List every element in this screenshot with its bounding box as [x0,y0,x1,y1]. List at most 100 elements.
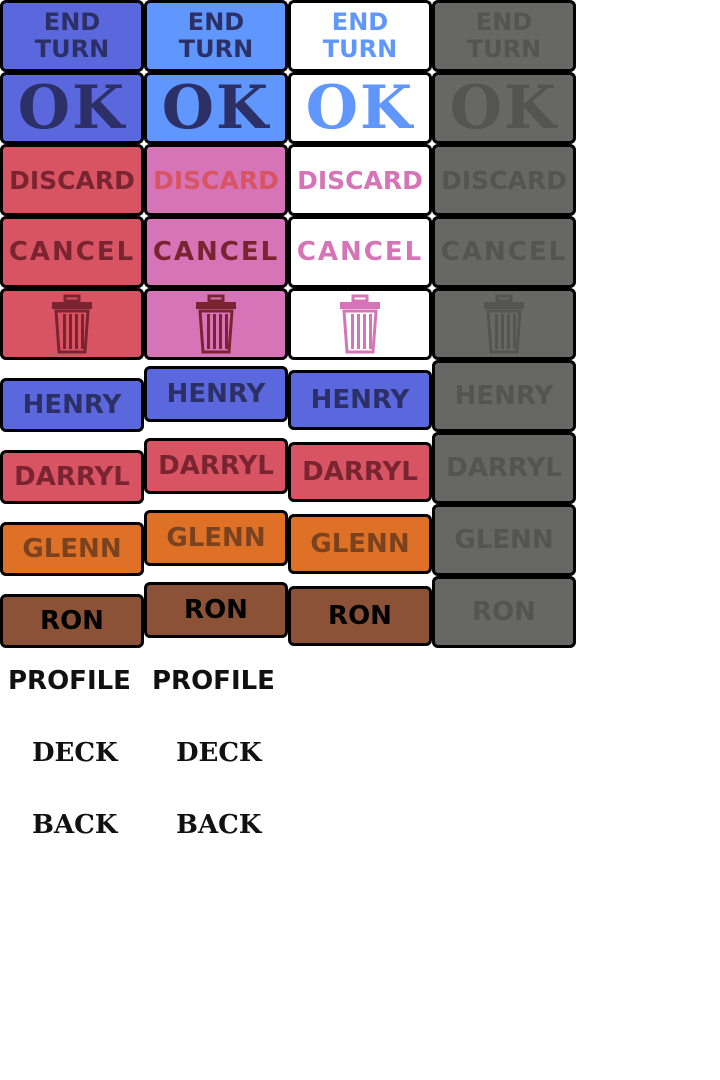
label-line: END [331,8,389,36]
glenn-button-selected[interactable]: GLENN [288,514,432,574]
end-turn-label: END TURN [179,9,253,63]
discard-label: DISCARD [297,166,423,195]
trash-button-pressed[interactable] [288,288,432,360]
label-line: OK [161,73,271,143]
ron-label: RON [184,595,248,625]
label-line: HENRY [166,379,266,409]
label-line: CANCEL [8,237,136,267]
label-line: RON [184,595,248,625]
back-label: BACK [32,810,118,840]
glenn-label: GLENN [454,525,553,555]
label-line: OK [305,73,415,143]
trash-button-hover[interactable] [144,288,288,360]
glenn-label: GLENN [310,529,409,559]
profile-label: PROFILE [152,666,275,696]
label-line: HENRY [310,385,410,415]
henry-button-selected[interactable]: HENRY [288,370,432,430]
darryl-label: DARRYL [302,457,418,487]
darryl-label: DARRYL [158,451,274,481]
discard-button-default[interactable]: DISCARD [0,144,144,216]
glenn-button-raised[interactable]: GLENN [144,510,288,566]
darryl-button-disabled[interactable]: DARRYL [432,432,576,504]
darryl-button-raised[interactable]: DARRYL [144,438,288,494]
end-turn-button-disabled[interactable]: END TURN [432,0,576,72]
label-line: TURN [34,35,110,63]
label-line: RON [472,597,536,627]
ok-label: OK [306,78,414,138]
label-line: CANCEL [440,237,568,267]
label-line: TURN [178,35,254,63]
trash-button-default[interactable] [0,288,144,360]
ron-label: RON [328,601,392,631]
end-turn-label: END TURN [323,9,397,63]
back-label: BACK [176,810,262,840]
cancel-button-pressed[interactable]: CANCEL [288,216,432,288]
label-line: HENRY [22,390,122,420]
cancel-label: CANCEL [9,237,135,267]
henry-label: HENRY [455,381,554,411]
glenn-button-default[interactable]: GLENN [0,522,144,576]
ok-button-hover[interactable]: OK [144,72,288,144]
end-turn-button-default[interactable]: END TURN [0,0,144,72]
glenn-label: GLENN [166,523,265,553]
ok-button-disabled[interactable]: OK [432,72,576,144]
label-line: DISCARD [153,165,279,195]
label-line: OK [17,73,127,143]
ok-label: OK [162,78,270,138]
label-line: TURN [466,35,542,63]
ron-button-default[interactable]: RON [0,594,144,648]
label-line: DISCARD [297,165,423,195]
ok-button-pressed[interactable]: OK [288,72,432,144]
end-turn-button-hover[interactable]: END TURN [144,0,288,72]
label-line: DISCARD [9,165,135,195]
cancel-button-hover[interactable]: CANCEL [144,216,288,288]
henry-button-default[interactable]: HENRY [0,378,144,432]
discard-button-disabled[interactable]: DISCARD [432,144,576,216]
henry-button-raised[interactable]: HENRY [144,366,288,422]
glenn-label: GLENN [22,534,121,564]
ron-button-selected[interactable]: RON [288,586,432,646]
glenn-button-disabled[interactable]: GLENN [432,504,576,576]
trash-button-disabled[interactable] [432,288,576,360]
cancel-button-default[interactable]: CANCEL [0,216,144,288]
discard-button-hover[interactable]: DISCARD [144,144,288,216]
ron-label: RON [40,606,104,636]
label-line: CANCEL [152,237,280,267]
end-turn-label: END TURN [35,9,109,63]
darryl-button-selected[interactable]: DARRYL [288,442,432,502]
henry-button-disabled[interactable]: HENRY [432,360,576,432]
label-line: END [43,8,101,36]
label-line: DARRYL [446,453,562,483]
ok-label: OK [18,78,126,138]
darryl-label: DARRYL [446,453,562,483]
label-line: OK [449,73,559,143]
ron-label: RON [472,597,536,627]
darryl-button-default[interactable]: DARRYL [0,450,144,504]
button-sprite-sheet: END TURN END TURN END TURN END TURN OK OK OK OK DISC… [0,0,576,648]
deck-label: DECK [32,738,118,768]
henry-label: HENRY [23,390,122,420]
ok-button-default[interactable]: OK [0,72,144,144]
label-line: GLENN [166,523,266,553]
label-line: END [475,8,533,36]
discard-button-pressed[interactable]: DISCARD [288,144,432,216]
label-line: GLENN [454,525,554,555]
label-line: END [187,8,245,36]
label-line: HENRY [454,381,554,411]
cancel-button-disabled[interactable]: CANCEL [432,216,576,288]
label-line: DARRYL [14,462,130,492]
cancel-label: CANCEL [153,237,279,267]
ron-button-raised[interactable]: RON [144,582,288,638]
end-turn-label: END TURN [467,9,541,63]
label-line: RON [328,601,392,631]
ron-button-disabled[interactable]: RON [432,576,576,648]
henry-label: HENRY [311,385,410,415]
discard-label: DISCARD [153,166,279,195]
label-line: GLENN [22,534,122,564]
deck-label: DECK [176,738,262,768]
label-line: RON [40,606,104,636]
ok-label: OK [450,78,558,138]
end-turn-button-pressed[interactable]: END TURN [288,0,432,72]
label-line: TURN [322,35,398,63]
label-line: GLENN [310,529,410,559]
